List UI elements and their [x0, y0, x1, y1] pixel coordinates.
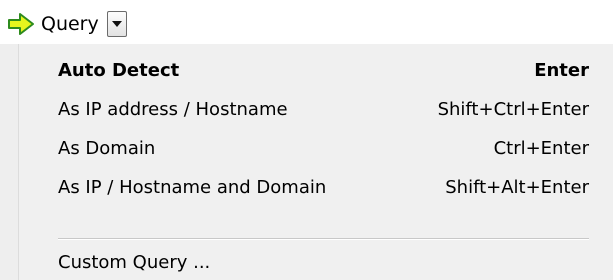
menu-item-custom-query[interactable]: Custom Query ... [58, 246, 589, 278]
menu-item-label: Custom Query ... [58, 251, 211, 273]
menu-item-label: As IP / Hostname and Domain [58, 176, 327, 198]
menu-item-as-ip-hostname-and-domain[interactable]: As IP / Hostname and Domain Shift+Alt+En… [58, 171, 589, 203]
query-dropdown-button[interactable] [106, 11, 127, 37]
menu-item-label: Auto Detect [58, 59, 180, 81]
menu-item-shortcut: Ctrl+Enter [493, 137, 589, 159]
chevron-down-icon [111, 20, 122, 28]
menu-item-label: As Domain [58, 137, 156, 159]
query-button[interactable]: Query [5, 9, 105, 39]
query-split-button: Query [5, 8, 127, 40]
menu-item-as-domain[interactable]: As Domain Ctrl+Enter [58, 132, 589, 164]
query-button-label: Query [41, 13, 99, 35]
menu-icon-gutter [0, 44, 19, 280]
menu-item-shortcut: Shift+Alt+Enter [445, 176, 589, 198]
green-arrow-right-icon [7, 12, 35, 36]
menu-item-shortcut: Enter [534, 59, 589, 81]
menu-item-as-ip-hostname[interactable]: As IP address / Hostname Shift+Ctrl+Ente… [58, 93, 589, 125]
menu-item-label: As IP address / Hostname [58, 98, 288, 120]
app-stage: Query Auto Detect Enter As IP address / … [0, 0, 613, 280]
menu-item-auto-detect[interactable]: Auto Detect Enter [58, 54, 589, 86]
menu-item-shortcut: Shift+Ctrl+Enter [437, 98, 589, 120]
menu-separator [58, 238, 589, 240]
query-dropdown-menu: Auto Detect Enter As IP address / Hostna… [0, 44, 613, 280]
